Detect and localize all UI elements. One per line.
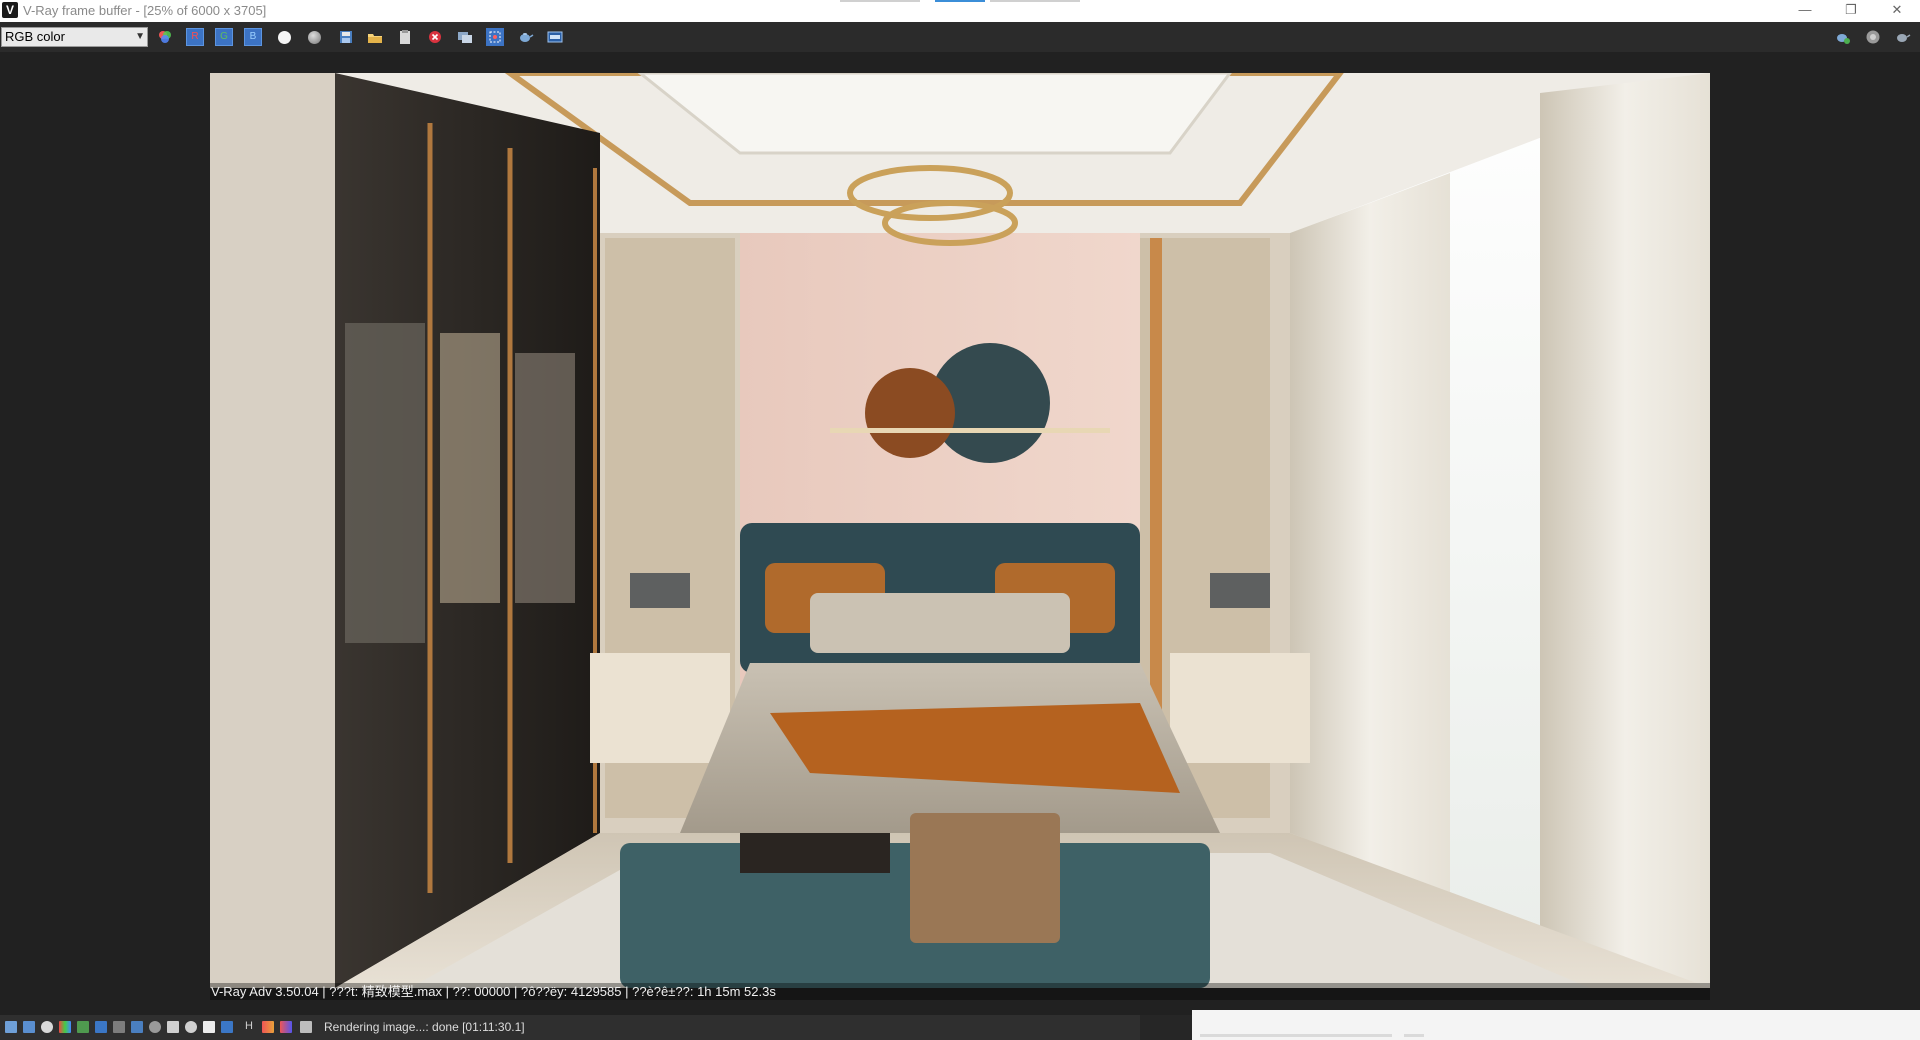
window-icon[interactable] bbox=[5, 1021, 17, 1033]
progress-track bbox=[1200, 1034, 1392, 1037]
taskbar-tab-indicator bbox=[990, 0, 1080, 2]
compare-icon[interactable] bbox=[131, 1021, 143, 1033]
stamp-icon[interactable] bbox=[280, 1021, 292, 1033]
taskbar-tab-indicator bbox=[840, 0, 920, 2]
minimize-button[interactable]: — bbox=[1782, 0, 1828, 22]
render-info-stamp: V-Ray Adv 3.50.04 | ???t: 精致模型.max | ??:… bbox=[210, 983, 1710, 1000]
load-image-icon[interactable] bbox=[366, 28, 384, 46]
render-status-text: Rendering image...: done [01:11:30.1] bbox=[324, 1020, 525, 1034]
taskbar-tab-indicator-active bbox=[935, 0, 985, 2]
progress-panel bbox=[1192, 1010, 1920, 1040]
color-corrections-icon[interactable] bbox=[156, 28, 174, 46]
rendered-image bbox=[210, 73, 1710, 988]
frame-buffer-viewport[interactable]: V-Ray Adv 3.50.04 | ???t: 精致模型.max | ??:… bbox=[0, 52, 1920, 1015]
green-channel-button[interactable]: G bbox=[215, 28, 233, 46]
window-title: V-Ray frame buffer - [25% of 6000 x 3705… bbox=[23, 3, 267, 18]
channel-select[interactable]: RGB color ▼ bbox=[1, 27, 148, 47]
srgb-icon[interactable] bbox=[221, 1021, 233, 1033]
region-render-icon[interactable] bbox=[486, 28, 504, 46]
gear-icon[interactable] bbox=[149, 1021, 161, 1033]
lut-icon[interactable] bbox=[95, 1021, 107, 1033]
history-icon[interactable] bbox=[300, 1021, 312, 1033]
h-button[interactable]: H bbox=[245, 1020, 253, 1032]
red-channel-button[interactable]: R bbox=[186, 28, 204, 46]
clear-image-icon[interactable] bbox=[426, 28, 444, 46]
render-teapot-icon[interactable] bbox=[516, 28, 534, 46]
link-icon[interactable] bbox=[167, 1021, 179, 1033]
monochrome-icon[interactable] bbox=[308, 31, 321, 44]
levels-icon[interactable] bbox=[59, 1021, 71, 1033]
histogram-icon[interactable] bbox=[113, 1021, 125, 1033]
exposure-icon[interactable] bbox=[185, 1021, 197, 1033]
restore-button[interactable]: ❐ bbox=[1828, 0, 1874, 22]
curves-icon[interactable] bbox=[77, 1021, 89, 1033]
pixel-info-icon[interactable] bbox=[23, 1021, 35, 1033]
lens-effects-icon[interactable] bbox=[41, 1021, 53, 1033]
render-settings-icon[interactable] bbox=[1864, 28, 1882, 46]
progress-handle[interactable] bbox=[1404, 1034, 1424, 1037]
duplicate-to-mtl-editor-icon[interactable] bbox=[456, 28, 474, 46]
save-image-icon[interactable] bbox=[337, 28, 355, 46]
toolbar: RGB color ▼ R G B bbox=[0, 22, 1920, 52]
render-last-icon[interactable] bbox=[1893, 28, 1911, 46]
vfb-history-icon[interactable] bbox=[546, 28, 564, 46]
close-button[interactable]: ✕ bbox=[1874, 0, 1920, 22]
display-correction-icon[interactable] bbox=[203, 1021, 215, 1033]
chevron-down-icon: ▼ bbox=[135, 31, 145, 42]
clipboard-icon[interactable] bbox=[396, 28, 414, 46]
blue-channel-button[interactable]: B bbox=[244, 28, 262, 46]
title-bar: V V-Ray frame buffer - [25% of 6000 x 37… bbox=[0, 0, 1920, 22]
vray-logo-icon: V bbox=[2, 2, 18, 18]
channel-select-value: RGB color bbox=[5, 29, 65, 44]
render-teapot-icon[interactable] bbox=[1833, 28, 1851, 46]
alpha-white-icon[interactable] bbox=[278, 31, 291, 44]
status-divider bbox=[1140, 1015, 1192, 1040]
ocio-icon[interactable] bbox=[262, 1021, 274, 1033]
